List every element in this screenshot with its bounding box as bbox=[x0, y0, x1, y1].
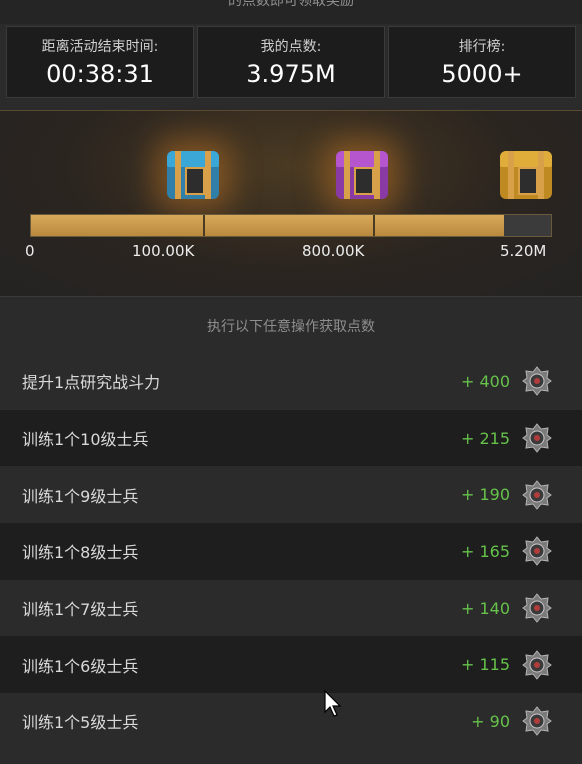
points-medal-icon bbox=[522, 366, 552, 397]
tasks-title: 执行以下任意操作获取点数 bbox=[207, 319, 375, 335]
task-row: 训练1个6级士兵 + 115 bbox=[0, 636, 582, 694]
task-label: 训练1个10级士兵 bbox=[22, 430, 149, 450]
task-label: 训练1个8级士兵 bbox=[22, 543, 139, 563]
header-partial-text: 的点数即可领取奖励 bbox=[228, 0, 354, 9]
chest-gold-icon[interactable] bbox=[500, 151, 552, 199]
task-label: 训练1个5级士兵 bbox=[22, 713, 139, 733]
task-points: + 215 bbox=[460, 428, 510, 448]
task-row: 训练1个7级士兵 + 140 bbox=[0, 579, 582, 637]
task-row: 提升1点研究战斗力 + 400 bbox=[0, 353, 582, 410]
task-points: + 190 bbox=[460, 485, 510, 505]
milestone-label: 800.00K bbox=[302, 242, 365, 260]
stat-value: 00:38:31 bbox=[46, 60, 154, 88]
chest-blue-icon[interactable] bbox=[167, 151, 219, 199]
milestone-label: 0 bbox=[25, 242, 35, 260]
task-row: 训练1个5级士兵 + 90 bbox=[0, 693, 582, 750]
task-label: 训练1个7级士兵 bbox=[22, 600, 139, 620]
stat-value: 3.975M bbox=[246, 60, 336, 88]
task-label: 提升1点研究战斗力 bbox=[22, 373, 161, 393]
task-row: 训练1个8级士兵 + 165 bbox=[0, 523, 582, 580]
task-points: + 115 bbox=[460, 655, 510, 675]
task-list: 提升1点研究战斗力 + 400 训练1个10级士兵 + 215 训练1个9级士兵 + 19… bbox=[0, 353, 582, 750]
stat-time-remaining: 距离活动结束时间: 00:38:31 bbox=[6, 26, 194, 98]
milestone-label: 100.00K bbox=[132, 242, 195, 260]
milestone-label: 5.20M bbox=[500, 242, 547, 260]
task-points: + 140 bbox=[460, 598, 510, 618]
chest-purple-icon[interactable] bbox=[336, 151, 388, 199]
points-medal-icon bbox=[522, 706, 552, 737]
points-medal-icon bbox=[522, 536, 552, 567]
progress-divider bbox=[373, 215, 375, 236]
stat-label: 距离活动结束时间: bbox=[41, 39, 159, 55]
task-points: + 90 bbox=[471, 711, 510, 731]
task-row: 训练1个9级士兵 + 190 bbox=[0, 466, 582, 524]
points-medal-icon bbox=[522, 649, 552, 680]
task-label: 训练1个9级士兵 bbox=[22, 486, 139, 506]
mouse-cursor-icon bbox=[324, 690, 342, 717]
progress-divider bbox=[203, 215, 205, 236]
stat-my-points: 我的点数: 3.975M bbox=[197, 26, 385, 98]
task-points: + 165 bbox=[460, 541, 510, 561]
stat-label: 排行榜: bbox=[458, 39, 506, 55]
stat-value: 5000+ bbox=[441, 60, 523, 88]
task-row: 训练1个10级士兵 + 215 bbox=[0, 409, 582, 467]
progress-bar-fill bbox=[31, 215, 505, 236]
reward-progress-panel: 0 100.00K 800.00K 5.20M bbox=[0, 110, 582, 297]
stat-label: 我的点数: bbox=[260, 39, 322, 55]
stat-leaderboard[interactable]: 排行榜: 5000+ bbox=[388, 26, 576, 98]
task-label: 训练1个6级士兵 bbox=[22, 656, 139, 676]
header-strip: 的点数即可领取奖励 bbox=[0, 0, 582, 24]
stats-panel: 距离活动结束时间: 00:38:31 我的点数: 3.975M 排行榜: 500… bbox=[6, 26, 576, 98]
task-points: + 400 bbox=[460, 371, 510, 391]
points-medal-icon bbox=[522, 423, 552, 453]
points-medal-icon bbox=[522, 593, 552, 623]
points-medal-icon bbox=[522, 479, 552, 510]
progress-bar bbox=[30, 214, 552, 237]
